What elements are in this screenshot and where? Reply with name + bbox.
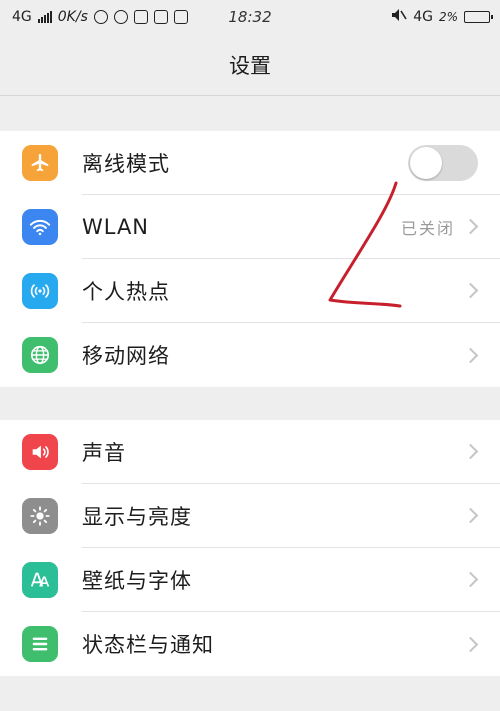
- qq-icon: [93, 10, 108, 24]
- battery-icon: [464, 11, 493, 23]
- airplane-icon: [22, 145, 58, 181]
- settings-group-network: 离线模式 WLAN 已关闭 个人热点 移动网络: [0, 131, 500, 387]
- setting-wlan[interactable]: WLAN 已关闭: [0, 195, 500, 259]
- wlan-status: 已关闭: [400, 218, 455, 238]
- chevron-right-icon: [462, 571, 479, 588]
- title-bar: 设置: [0, 34, 500, 96]
- setting-airplane-mode[interactable]: 离线模式: [0, 131, 500, 195]
- db-icon: [173, 10, 188, 24]
- brightness-icon: [22, 498, 58, 534]
- wifi-icon: [22, 209, 58, 245]
- setting-label: 壁纸与字体: [82, 568, 192, 593]
- s-app-icon: [153, 10, 168, 24]
- toggle-knob: [410, 146, 442, 179]
- setting-content: 个人热点: [82, 259, 500, 323]
- setting-label: 状态栏与通知: [82, 633, 214, 657]
- settings-group-display: 声音 显示与亮度 壁纸与字体 状态栏与通知: [0, 420, 500, 676]
- chevron-right-icon: [462, 443, 479, 460]
- setting-label: 声音: [82, 440, 126, 465]
- setting-content: 声音: [82, 420, 500, 484]
- network-type-right: 4G: [413, 9, 433, 25]
- setting-content: 离线模式: [82, 131, 500, 195]
- chevron-right-icon: [462, 347, 479, 363]
- setting-right: 已关闭: [401, 215, 480, 239]
- page-title: 设置: [229, 53, 271, 78]
- speaker-icon: [22, 434, 58, 470]
- setting-mobile-network[interactable]: 移动网络: [0, 323, 500, 387]
- setting-personal-hotspot[interactable]: 个人热点: [0, 259, 500, 323]
- status-left: 4G 0K/s: [12, 9, 188, 25]
- setting-content: 壁纸与字体: [82, 548, 500, 612]
- mute-icon: [391, 8, 407, 26]
- setting-content: 状态栏与通知: [82, 612, 500, 676]
- weibo-icon: [113, 10, 128, 24]
- setting-statusbar-notifications[interactable]: 状态栏与通知: [0, 612, 500, 676]
- setting-label: 个人热点: [82, 279, 170, 304]
- network-type: 4G: [12, 9, 32, 25]
- setting-display-brightness[interactable]: 显示与亮度: [0, 484, 500, 548]
- chevron-right-icon: [462, 507, 479, 524]
- status-bar: 4G 0K/s 18:32 4G 2%: [0, 0, 500, 34]
- airplane-mode-toggle[interactable]: [408, 144, 478, 181]
- signal-icon: [37, 11, 52, 23]
- setting-content: 移动网络: [82, 323, 500, 387]
- statusbar-icon: [22, 626, 58, 662]
- font-icon: [22, 562, 58, 598]
- setting-sound[interactable]: 声音: [0, 420, 500, 484]
- status-right: 4G 2%: [391, 8, 493, 26]
- bookmark-icon: [133, 10, 148, 24]
- battery-percent: 2%: [438, 10, 458, 24]
- setting-content: 显示与亮度: [82, 484, 500, 548]
- network-speed: 0K/s: [57, 9, 88, 25]
- setting-label: 显示与亮度: [82, 504, 192, 529]
- clock: 18:32: [228, 8, 272, 26]
- chevron-right-icon: [462, 636, 479, 652]
- setting-wallpaper-font[interactable]: 壁纸与字体: [0, 548, 500, 612]
- setting-label: WLAN: [82, 214, 150, 239]
- setting-content: WLAN 已关闭: [82, 195, 500, 259]
- setting-label: 移动网络: [82, 344, 170, 368]
- chevron-right-icon: [462, 282, 479, 299]
- hotspot-icon: [22, 273, 58, 309]
- setting-label: 离线模式: [82, 151, 170, 176]
- chevron-right-icon: [462, 218, 479, 235]
- globe-icon: [22, 337, 58, 373]
